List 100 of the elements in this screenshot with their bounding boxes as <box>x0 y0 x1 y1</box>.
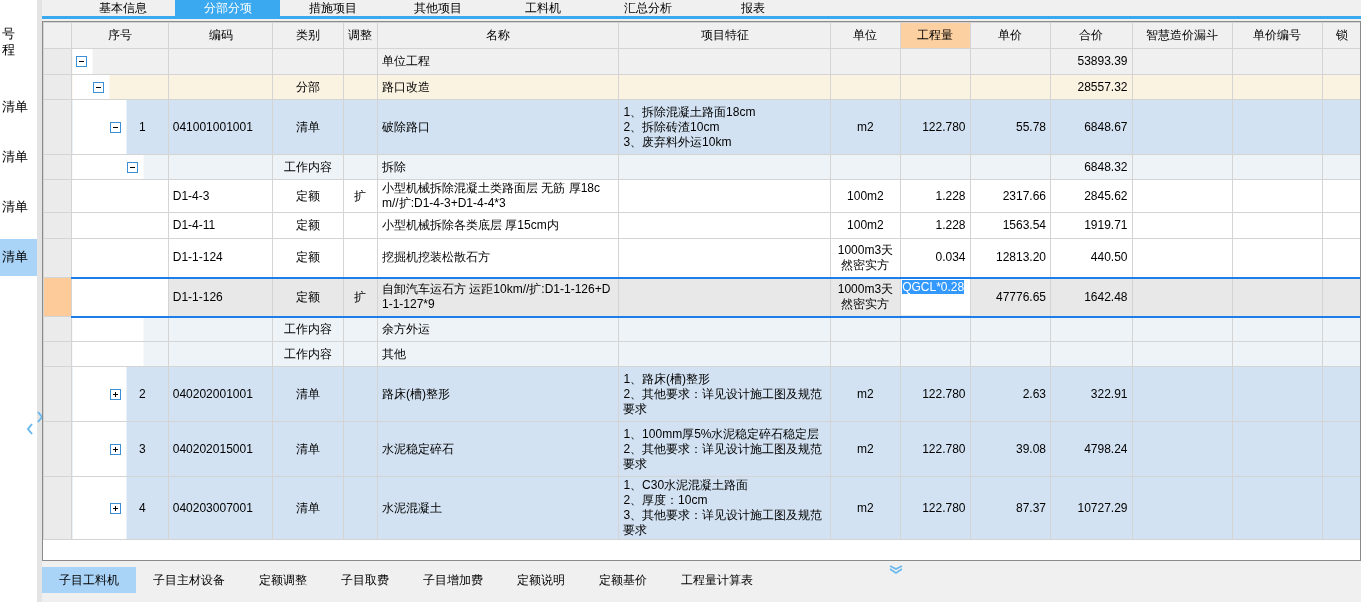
tab[interactable]: 定额说明 <box>500 567 582 593</box>
column-header[interactable]: 类别 <box>272 22 344 49</box>
row-header[interactable] <box>43 212 72 239</box>
total-cell: 28557.32 <box>1077 79 1128 94</box>
category-cell: 定额 <box>296 188 321 203</box>
name-cell: 其他 <box>382 346 406 361</box>
code-cell: D1-4-11 <box>172 218 216 232</box>
code-cell: D1-1-124 <box>172 250 223 265</box>
total-cell: 2845.62 <box>1084 188 1128 203</box>
row-header[interactable] <box>43 99 72 155</box>
expand-icon[interactable] <box>110 388 122 400</box>
expand-icon[interactable] <box>110 443 122 455</box>
category-cell: 清单 <box>296 386 321 401</box>
code-cell: 040203007001 <box>172 500 253 515</box>
row-header[interactable] <box>43 366 72 422</box>
unit-price-cell: 87.37 <box>1016 500 1047 515</box>
quantity-cell: 122.780 <box>922 441 966 456</box>
expand-down-icon[interactable] <box>889 565 903 574</box>
unit-cell: 1000m3天然密实方 <box>837 242 894 272</box>
unit-cell: m2 <box>857 386 874 401</box>
sidebar-item[interactable]: 清单 <box>0 239 37 276</box>
collapse-icon[interactable] <box>93 81 105 93</box>
row-header[interactable] <box>43 277 72 317</box>
unit-price-cell: 12813.20 <box>995 250 1047 265</box>
name-cell: 小型机械拆除各类底层 厚15cm内 <box>382 218 559 232</box>
tab[interactable]: 基本信息 <box>70 0 175 16</box>
column-header[interactable]: 智慧造价漏斗 <box>1132 22 1233 49</box>
tab[interactable]: 其他项目 <box>385 0 490 16</box>
column-header[interactable]: 项目特征 <box>618 22 831 49</box>
tab[interactable]: 子目主材设备 <box>136 567 242 593</box>
unit-cell: m2 <box>857 441 874 456</box>
total-cell: 440.50 <box>1090 250 1128 265</box>
category-cell: 分部 <box>296 79 321 94</box>
unit-price-cell: 39.08 <box>1016 441 1047 456</box>
sidebar-item[interactable]: 程 <box>0 42 37 59</box>
column-header[interactable]: 单价编号 <box>1232 22 1323 49</box>
row-header[interactable] <box>43 154 72 180</box>
sidebar-item[interactable]: 清单 <box>0 189 37 226</box>
features-cell: 1、拆除混凝土路面18cm 2、拆除砖渣10cm 3、废弃料外运10km <box>623 104 756 149</box>
name-cell: 水泥混凝土 <box>382 500 442 515</box>
row-number: 1 <box>138 119 147 135</box>
code-cell: D1-4-3 <box>172 188 210 203</box>
row-header[interactable] <box>43 179 72 213</box>
row-header[interactable] <box>43 316 72 342</box>
tab[interactable]: 定额基价 <box>582 567 664 593</box>
tab[interactable]: 汇总分析 <box>595 0 700 16</box>
row-header[interactable] <box>43 74 72 100</box>
code-cell: 040202015001 <box>172 441 253 456</box>
category-cell: 工作内容 <box>284 321 333 336</box>
row-header[interactable] <box>43 238 72 278</box>
column-header[interactable]: 锁 <box>1322 22 1360 49</box>
category-cell: 清单 <box>296 441 321 456</box>
category-cell: 工作内容 <box>284 159 333 174</box>
tab[interactable]: 定额调整 <box>242 567 324 593</box>
tab[interactable]: 子目增加费 <box>406 567 500 593</box>
name-cell: 自卸汽车运石方 运距10km//扩:D1-1-126+D1-1-127*9 <box>382 282 611 311</box>
sidebar-item[interactable]: 清单 <box>0 88 37 125</box>
category-cell: 清单 <box>296 500 321 515</box>
quantity-cell: 122.780 <box>922 119 966 134</box>
name-cell: 拆除 <box>382 159 406 174</box>
column-header[interactable]: 单位 <box>830 22 901 49</box>
unit-price-cell: 2317.66 <box>1002 188 1047 203</box>
total-cell: 1919.71 <box>1084 218 1128 232</box>
category-cell: 定额 <box>296 250 321 265</box>
sidebar-item[interactable]: 号 <box>0 26 37 43</box>
row-header[interactable] <box>43 421 72 477</box>
row-header[interactable] <box>43 476 72 540</box>
column-header[interactable]: 名称 <box>377 22 619 49</box>
quantity-cell: 122.780 <box>922 500 966 515</box>
tab[interactable]: 工程量计算表 <box>664 567 770 593</box>
unit-cell: 100m2 <box>847 218 884 232</box>
collapse-icon[interactable] <box>76 56 88 67</box>
code-cell: 040202001001 <box>172 386 253 401</box>
category-cell: 清单 <box>296 119 321 134</box>
unit-cell: m2 <box>857 500 874 515</box>
features-cell: 1、C30水泥混凝土路面 2、厚度：10cm 3、其他要求：详见设计施工图及规范要求 <box>623 478 823 537</box>
column-header[interactable]: 工程量 <box>900 22 971 49</box>
collapse-icon[interactable] <box>110 121 122 133</box>
column-header[interactable]: 序号 <box>71 22 169 49</box>
tab[interactable]: 子目取费 <box>324 567 406 593</box>
features-cell: 1、100mm厚5%水泥稳定碎石稳定层 2、其他要求：详见设计施工图及规范要求 <box>623 426 823 471</box>
column-header[interactable]: 编码 <box>168 22 273 49</box>
unit-price-cell: 1563.54 <box>1002 218 1047 232</box>
row-header[interactable] <box>43 341 72 367</box>
collapse-arrows-icon[interactable] <box>26 410 42 436</box>
tab[interactable]: 子目工料机 <box>42 567 136 593</box>
tab[interactable]: 措施项目 <box>280 0 385 16</box>
tab[interactable]: 工料机 <box>490 0 595 16</box>
tab[interactable]: 报表 <box>700 0 805 16</box>
unit-price-cell: 2.63 <box>1022 386 1047 401</box>
collapse-icon[interactable] <box>127 161 139 173</box>
column-header[interactable]: 单价 <box>970 22 1051 49</box>
unit-price-cell: 47776.65 <box>995 289 1047 304</box>
expand-icon[interactable] <box>110 502 122 514</box>
name-cell: 挖掘机挖装松散石方 <box>382 250 490 265</box>
column-header[interactable]: 调整 <box>343 22 378 49</box>
sidebar-item[interactable]: 清单 <box>0 138 37 175</box>
unit-cell: 1000m3天然密实方 <box>837 282 894 311</box>
total-cell: 1642.48 <box>1084 289 1128 304</box>
column-header[interactable]: 合价 <box>1050 22 1132 49</box>
